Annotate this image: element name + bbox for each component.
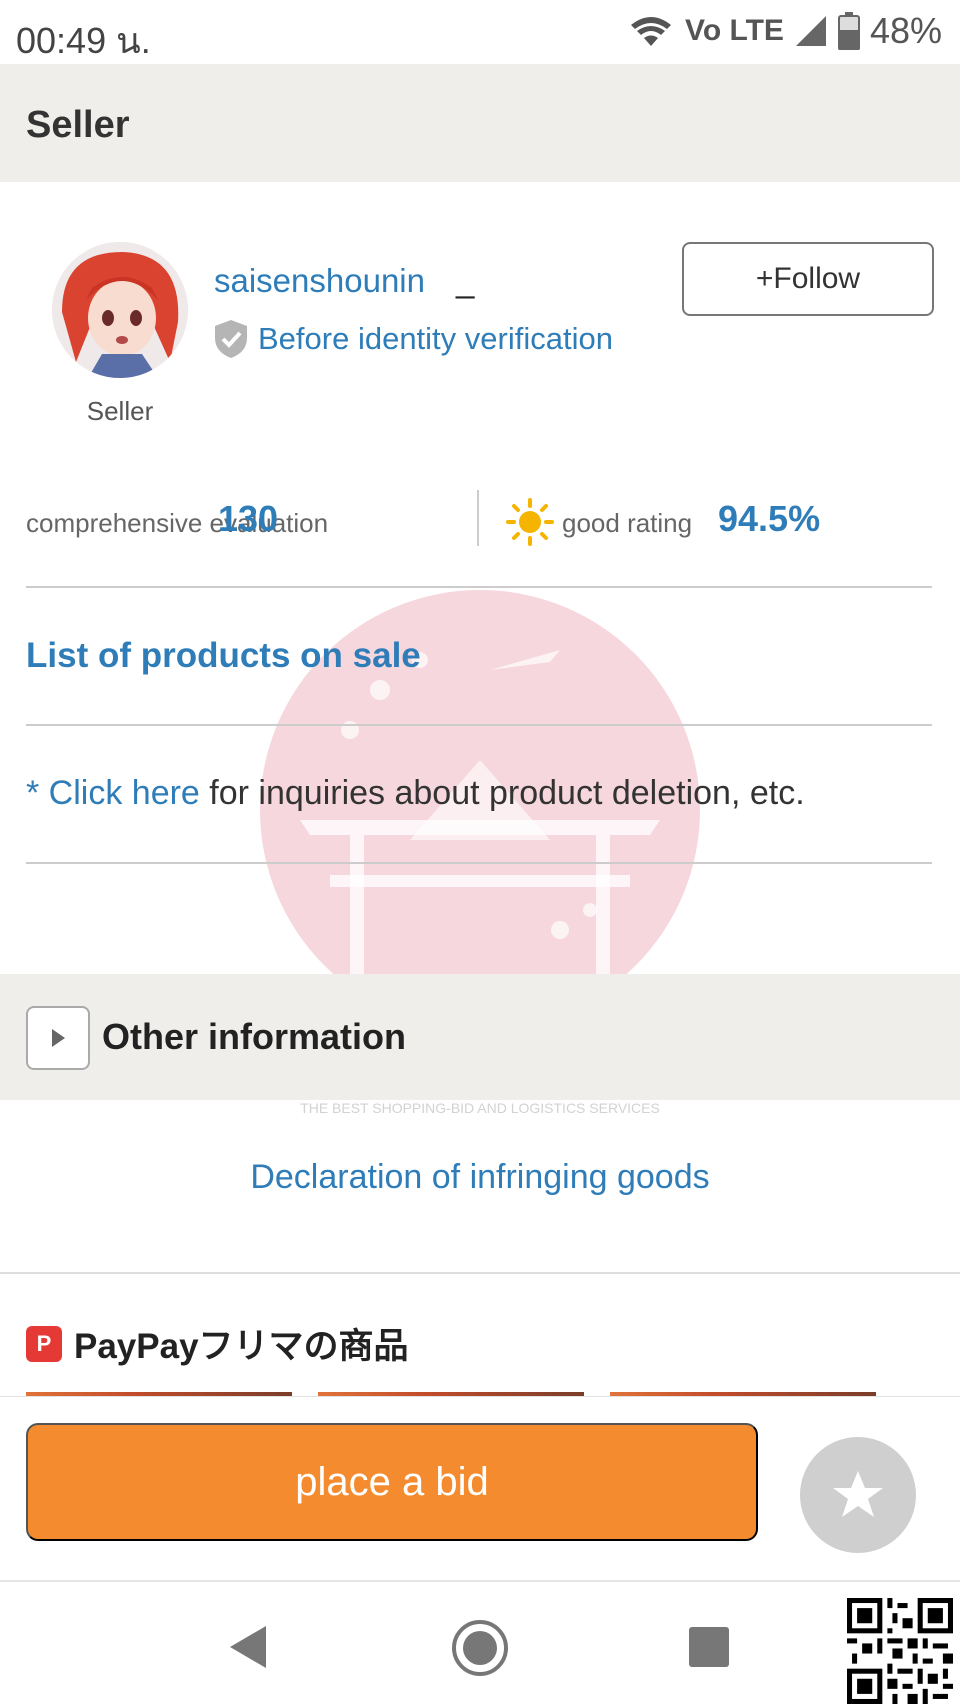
divider — [0, 1272, 960, 1274]
network-label: Vo LTE — [685, 14, 784, 47]
recent-apps-icon[interactable] — [688, 1626, 730, 1668]
battery-percent: 48% — [869, 10, 942, 51]
paypay-icon: P — [26, 1325, 62, 1362]
back-icon[interactable] — [226, 1624, 270, 1670]
home-icon[interactable] — [450, 1618, 510, 1678]
seller-name-suffix: _ — [456, 262, 475, 299]
avatar[interactable] — [52, 242, 188, 378]
divider — [26, 724, 932, 726]
evaluation-label: comprehensive evaluation — [26, 508, 329, 538]
star-icon — [833, 1471, 883, 1517]
follow-button[interactable]: +Follow — [682, 242, 934, 316]
status-icons: Vo LTE 48% — [627, 10, 942, 52]
paypay-title: PayPayフリマの商品 — [74, 1327, 409, 1366]
status-bar: 00:49 น. Vo LTE 48% — [0, 0, 960, 64]
other-information-title: Other information — [102, 1016, 406, 1057]
shield-check-icon — [215, 320, 247, 358]
avatar-caption: Seller — [86, 396, 154, 426]
paypay-section-header: P PayPayフリマの商品 — [26, 1318, 409, 1369]
avatar-image — [52, 242, 188, 378]
seller-name-link[interactable]: saisenshounin — [214, 262, 425, 300]
status-time: 00:49 น. — [16, 20, 151, 61]
declaration-link[interactable]: Declaration of infringing goods — [0, 1158, 960, 1197]
good-rating-label: good rating — [562, 508, 693, 538]
expand-toggle[interactable] — [26, 1006, 90, 1070]
triangle-right-icon — [52, 1029, 65, 1047]
bottom-action-bar: place a bid — [0, 1396, 960, 1580]
verification-status: Before identity verification — [258, 321, 613, 356]
evaluation-value[interactable]: 130 — [218, 498, 278, 540]
watermark-tagline: THE BEST SHOPPING-BID AND LOGISTICS SERV… — [300, 1100, 660, 1116]
section-header: Seller — [0, 64, 960, 182]
wifi-icon — [631, 17, 672, 46]
inquiry-description: for inquiries about product deletion, et… — [199, 774, 805, 812]
stats-divider — [477, 490, 479, 546]
click-here-link[interactable]: * Click here — [26, 774, 200, 812]
sun-icon — [506, 498, 554, 546]
system-nav-bar — [0, 1580, 960, 1706]
identity-verification[interactable]: Before identity verification — [212, 318, 613, 360]
page-title: Seller — [26, 104, 130, 146]
battery-icon — [837, 12, 860, 50]
divider — [26, 862, 932, 864]
qr-code-icon — [847, 1598, 953, 1704]
other-information-section[interactable]: Other information — [0, 974, 960, 1100]
seller-stats: comprehensive evaluation 130 good rating… — [0, 488, 960, 554]
inquiry-text: * Click here for inquiries about product… — [26, 774, 805, 813]
signal-icon — [795, 16, 826, 46]
favorite-button[interactable] — [800, 1437, 916, 1553]
products-on-sale-link[interactable]: List of products on sale — [26, 636, 421, 676]
divider — [26, 586, 932, 588]
place-bid-button[interactable]: place a bid — [26, 1423, 758, 1541]
good-rating-value: 94.5% — [718, 498, 821, 539]
